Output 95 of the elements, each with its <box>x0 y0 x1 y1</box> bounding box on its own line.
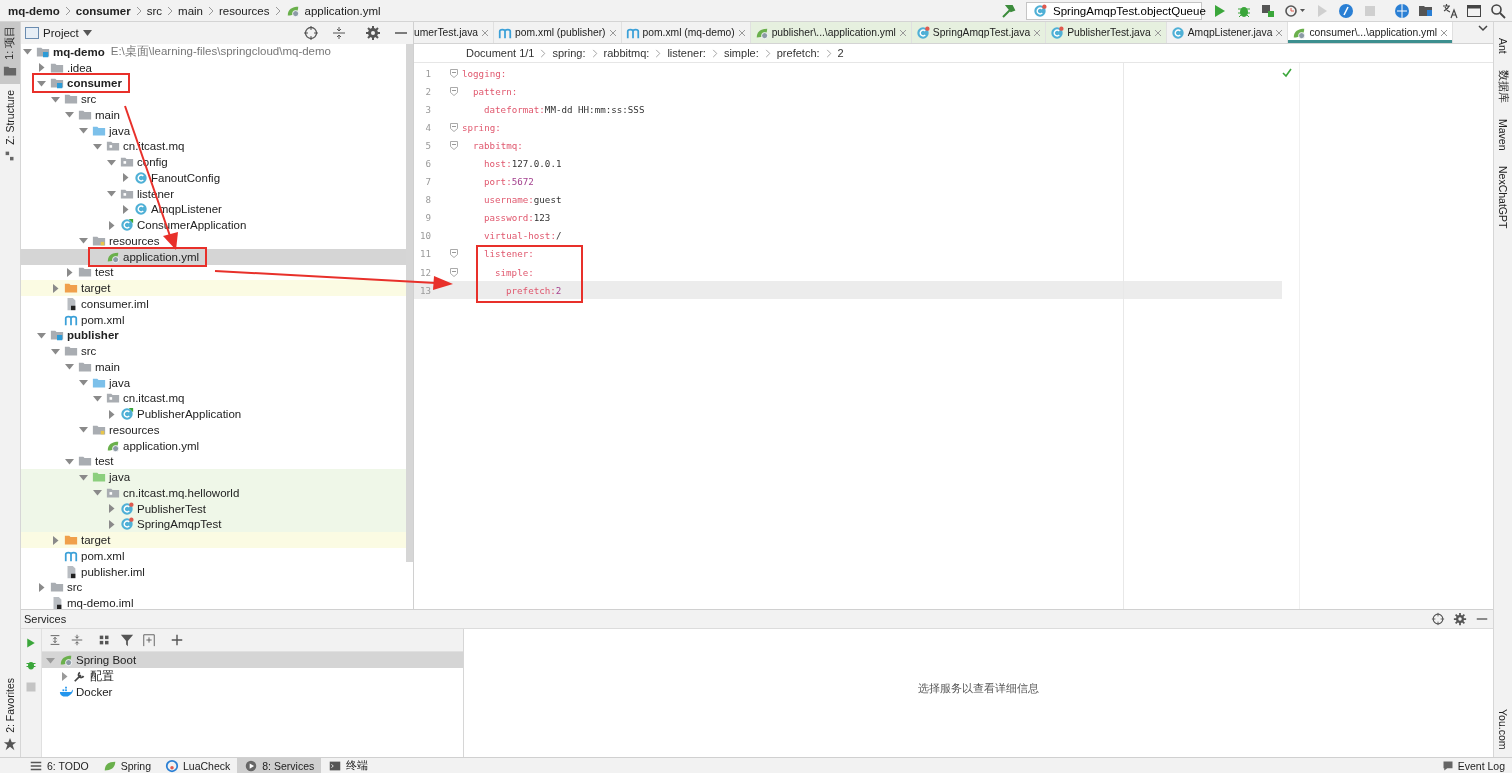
tool-window-tab[interactable]: Spring <box>95 758 158 773</box>
tool-window-tab[interactable]: 6: TODO <box>22 758 96 773</box>
code-line: 12 simple: <box>414 263 1282 282</box>
tree-item[interactable]: cn.itcast.mq.helloworld <box>21 485 406 501</box>
tree-item[interactable]: src <box>21 579 406 596</box>
tree-item[interactable]: PublisherApplication <box>21 406 406 422</box>
editor-tab[interactable]: SpringAmqpTest.java <box>911 22 1047 43</box>
empty-state-text: 选择服务以查看详细信息 <box>918 680 1039 696</box>
panel-title: Services <box>24 613 67 625</box>
code-line: 3 dateformat:MM-dd HH:mm:ss:SSS <box>414 100 1282 119</box>
tree-item[interactable]: consumer <box>21 75 406 92</box>
code-line: 6 host:127.0.0.1 <box>414 154 1282 173</box>
line-number: 2 <box>424 85 431 97</box>
code-line: 9 password:123 <box>414 208 1282 227</box>
code-line: 2 pattern: <box>414 82 1282 101</box>
line-number: 12 <box>418 266 431 278</box>
tree-item[interactable]: pom.xml <box>21 548 406 564</box>
code-line: 7 port:5672 <box>414 172 1282 191</box>
line-number: 10 <box>418 230 431 242</box>
line-number: 9 <box>424 212 431 224</box>
tree-item[interactable]: pom.xml <box>21 311 406 328</box>
tool-window-tab[interactable]: Maven <box>1497 110 1509 159</box>
tool-window-tab[interactable]: 终端 <box>321 758 376 773</box>
tree-item[interactable]: consumer.iml <box>21 296 406 312</box>
tree-item[interactable]: java <box>21 374 406 391</box>
code-line: 11 listener: <box>414 244 1282 264</box>
breadcrumb-item[interactable]: simple: <box>723 47 759 59</box>
tree-item[interactable]: mq-demo.iml <box>21 595 406 609</box>
line-number: 8 <box>424 194 431 206</box>
tree-item[interactable]: application.yml <box>21 248 406 265</box>
tree-item[interactable]: resources <box>21 422 406 438</box>
code-line: 4 spring: <box>414 118 1282 137</box>
breadcrumb-item[interactable]: src <box>146 4 163 17</box>
tree-item[interactable]: Docker <box>42 684 463 700</box>
line-number: 1 <box>424 67 431 79</box>
tree-item[interactable]: test <box>21 264 406 281</box>
tree-item[interactable]: java <box>21 122 406 139</box>
editor-tab[interactable]: pom.xml (mq-demo) <box>621 22 751 43</box>
tool-window-tab[interactable]: 2: Favorites <box>0 672 20 757</box>
editor-tab[interactable]: consumer\...\application.yml <box>1288 22 1454 43</box>
tree-item[interactable]: target <box>21 280 406 296</box>
breadcrumb-item[interactable]: mq-demo <box>8 4 60 17</box>
editor-tab[interactable]: publisher\...\application.yml <box>750 22 912 43</box>
breadcrumb-item[interactable]: resources <box>219 4 270 17</box>
code-line: 1 logging: <box>414 64 1282 83</box>
line-number: 11 <box>418 248 431 260</box>
tree-item[interactable]: .idea <box>21 59 406 76</box>
tree-item[interactable]: java <box>21 469 406 485</box>
tree-item[interactable]: Spring Boot <box>42 652 463 668</box>
code-line: 8 username:guest <box>414 190 1282 209</box>
tool-window-tab[interactable]: Ant <box>1497 30 1509 62</box>
tree-item[interactable]: src <box>21 343 406 359</box>
line-number: 5 <box>424 139 431 151</box>
tree-item[interactable]: mq-demo E:\桌面\learning-files\springcloud\mq-demo <box>21 44 406 60</box>
editor-tab[interactable]: umerTest.java <box>414 22 495 43</box>
tool-window-tab[interactable]: You.com <box>1497 700 1509 757</box>
tool-window-tab[interactable]: 8: Services <box>237 758 322 773</box>
tree-item[interactable]: main <box>21 359 406 375</box>
tree-item[interactable]: publisher.iml <box>21 563 406 580</box>
tree-item[interactable]: src <box>21 91 406 107</box>
event-log-button[interactable]: Event Log <box>1434 758 1512 773</box>
breadcrumb-item[interactable]: rabbitmq: <box>603 47 650 59</box>
line-number: 6 <box>424 158 431 169</box>
editor-tab[interactable]: pom.xml (publisher) <box>494 22 622 43</box>
tool-window-tab[interactable]: 数据库 <box>1496 61 1510 111</box>
tree-item[interactable]: target <box>21 532 406 548</box>
breadcrumb-item[interactable]: consumer <box>75 4 131 17</box>
breadcrumb-item[interactable]: spring: <box>552 47 586 59</box>
breadcrumb-item[interactable]: Document 1/1 <box>466 47 535 59</box>
breadcrumb-item[interactable]: prefetch: <box>776 47 820 59</box>
code-line: 5 rabbitmq: <box>414 136 1282 155</box>
breadcrumb-item[interactable]: application.yml <box>304 4 381 17</box>
breadcrumb-item[interactable]: main <box>178 4 203 17</box>
breadcrumb-item[interactable]: 2 <box>837 47 844 59</box>
code-line: 10 virtual-host:/ <box>414 226 1282 245</box>
tree-item[interactable]: application.yml <box>21 437 406 454</box>
line-number: 13 <box>418 284 431 296</box>
line-number: 7 <box>424 176 431 188</box>
editor-tab[interactable]: PublisherTest.java <box>1046 22 1167 43</box>
tree-item[interactable]: FanoutConfig <box>21 170 406 186</box>
tree-item[interactable]: 配置 <box>42 668 463 684</box>
tree-item[interactable]: cn.itcast.mq <box>21 390 406 407</box>
line-number: 3 <box>424 103 431 115</box>
tree-item[interactable]: test <box>21 453 406 470</box>
panel-title[interactable]: Project <box>43 27 79 39</box>
tool-window-tab[interactable]: 1: 项目 <box>0 22 20 84</box>
tool-window-tab[interactable]: LuaCheck <box>158 758 238 773</box>
path-text: E:\桌面\learning-files\springcloud\mq-demo <box>110 44 331 60</box>
line-number: 4 <box>424 121 431 133</box>
tree-item[interactable]: publisher <box>21 327 406 344</box>
tool-window-tab[interactable]: NexChatGPT <box>1497 158 1509 237</box>
tree-item[interactable]: resources <box>21 233 406 249</box>
breadcrumb-item[interactable]: listener: <box>667 47 706 59</box>
tool-window-tab[interactable]: Z: Structure <box>0 83 20 169</box>
tree-item[interactable]: main <box>21 107 406 123</box>
